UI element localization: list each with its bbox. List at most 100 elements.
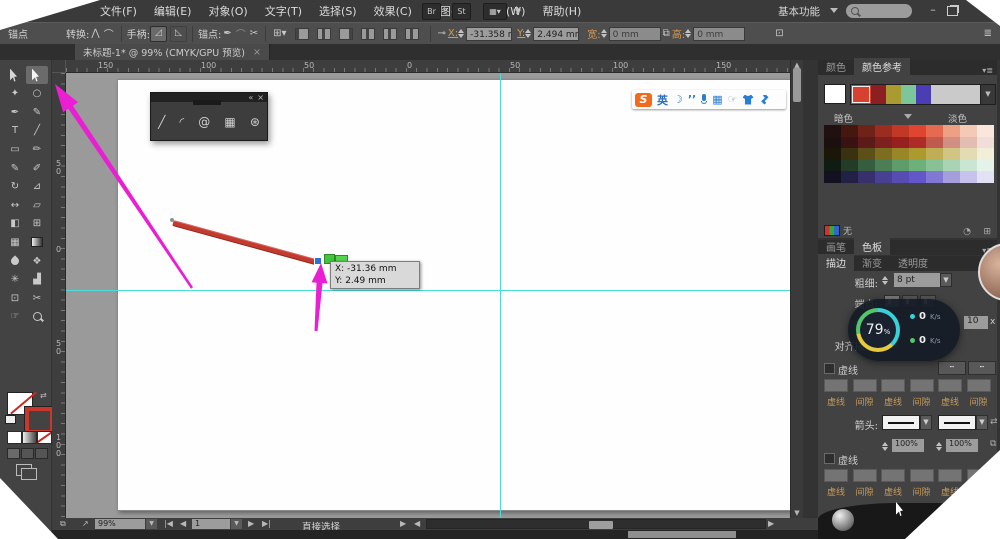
y-stepper[interactable] [525,27,533,41]
dash-input-2[interactable] [853,469,877,482]
dashed-checkbox-2[interactable] [824,453,835,464]
harmony-swatch-4[interactable] [901,85,916,104]
panel-options-icon[interactable]: ≣ [984,28,992,39]
variation-swatch[interactable] [824,137,841,149]
vertical-scroll-thumb[interactable] [793,68,801,102]
scale-start-stepper[interactable] [882,439,890,453]
variation-swatch[interactable] [824,160,841,172]
harmony-swatch-2[interactable] [871,85,886,104]
vertical-ruler[interactable]: 50050100 [52,73,66,518]
close-icon[interactable]: × [257,94,264,102]
dash-preserve-button[interactable]: ┅ [938,361,966,375]
vertical-guide[interactable] [500,73,501,518]
convert-corner-icon[interactable]: ⋀ [91,28,99,39]
link-dimensions-icon[interactable]: ⧉ [663,28,670,39]
variation-swatch[interactable] [858,125,875,137]
magic-wand-tool[interactable]: ✦ [4,85,26,103]
variation-swatch[interactable] [892,171,909,183]
zoom-level-field[interactable]: 99% [95,519,145,529]
variation-swatch[interactable] [977,148,994,160]
minimize-button[interactable]: – [925,3,941,16]
restore-button[interactable] [947,6,958,16]
moon-icon[interactable]: ☽ [673,94,683,105]
canvas[interactable]: X: -31.36 mm Y: 2.49 mm « × ╱◜@▦⊛ S 英 ☽ … [66,73,790,518]
tab-swatches[interactable]: 色板 [854,238,890,255]
dash-input-1[interactable] [824,469,848,482]
horizontal-ruler[interactable]: 15010050050100150 [66,60,790,73]
none-mode-button[interactable] [37,431,52,444]
column-graph-tool[interactable]: ▟ [26,271,48,289]
harmony-swatch-5[interactable] [916,85,931,104]
tab-gradient[interactable]: 渐变 [854,254,890,271]
x-value-field[interactable]: -31.358 m [466,27,512,41]
rectangular-grid-tool[interactable]: ▦ [224,115,235,129]
weight-dropdown-icon[interactable]: ▼ [940,273,952,287]
variation-swatch[interactable] [892,125,909,137]
dashed-checkbox[interactable] [824,363,835,374]
panel-menu-icon[interactable]: ▾≣ [982,66,993,75]
variation-swatch[interactable] [892,148,909,160]
variation-swatch[interactable] [926,148,943,160]
menu-item-6[interactable]: 效果(C) [374,3,412,19]
dash-input-1[interactable] [824,379,848,392]
vertical-scrollbar[interactable]: ▲ ▼ [790,60,803,518]
weight-stepper[interactable] [882,273,890,287]
variation-swatch[interactable] [875,171,892,183]
width-label[interactable]: 宽: [587,26,600,41]
show-handles-button[interactable]: ◿ [150,26,167,42]
dash-input-5[interactable] [938,469,962,482]
artboard-number-field[interactable]: 1 [192,519,230,529]
x-stepper[interactable] [458,27,466,41]
swap-fill-stroke-icon[interactable]: ⇄ [40,391,47,400]
stock-button[interactable]: St [452,3,471,20]
variation-swatch[interactable] [943,125,960,137]
shaper-tool[interactable]: ✐ [26,159,48,177]
artboard-nav-icon[interactable]: ⧉ [60,518,66,530]
variation-swatch[interactable] [858,171,875,183]
line-segment-tool[interactable]: ╱ [158,115,165,129]
isolate-icon[interactable]: ⊸ [438,28,446,39]
stroke-color-swatch[interactable] [25,407,54,434]
publish-icon[interactable]: ↗ [82,518,89,530]
variation-swatch[interactable] [977,171,994,183]
curvature-tool[interactable]: ✎ [26,103,48,121]
gradient-mode-button[interactable] [22,431,37,444]
rotate-tool[interactable]: ↻ [4,178,26,196]
transform-icon[interactable]: ⊡ [775,28,783,39]
variation-swatch[interactable] [909,125,926,137]
arrowhead-end-dropdown-icon[interactable]: ▼ [976,415,988,430]
dash-input-3[interactable] [881,469,905,482]
slice-tool[interactable]: ✂ [26,289,48,307]
pencil-tool[interactable]: ✎ [4,159,26,177]
default-fill-stroke-icon[interactable] [5,415,16,424]
remove-anchor-icon[interactable]: ✒ [223,28,231,39]
rectangle-tool[interactable]: ▭ [4,140,26,158]
paintbrush-tool[interactable]: ✏ [26,140,48,158]
arrow-scale-start-field[interactable]: 100% [892,439,924,452]
variation-swatch[interactable] [960,160,977,172]
lasso-tool[interactable]: ○ [26,85,48,103]
variation-swatch[interactable] [960,148,977,160]
arc-tool[interactable]: ◜ [179,115,184,129]
variation-swatch[interactable] [960,171,977,183]
draw-behind-button[interactable] [21,448,34,459]
variation-swatch[interactable] [943,137,960,149]
variation-swatch[interactable] [960,125,977,137]
spiral-tool[interactable]: @ [198,115,210,129]
artboard-dropdown-icon[interactable]: ▼ [231,519,242,529]
dash-align-button[interactable]: ┅ [968,361,996,375]
hscroll-left-icon[interactable]: ◀ [414,518,420,530]
y-label[interactable]: Y: [517,28,525,39]
bridge-button[interactable]: Br [422,3,441,20]
variation-swatch[interactable] [909,160,926,172]
first-artboard-icon[interactable]: |◀ [164,518,173,530]
blend-tool[interactable]: ❖ [26,252,48,270]
menu-item-4[interactable]: 文字(T) [265,3,302,19]
align-icon-2[interactable] [317,28,331,40]
punctuation-icon[interactable]: ’’ [688,94,696,105]
menu-item-5[interactable]: 选择(S) [319,3,357,19]
variation-swatch[interactable] [926,125,943,137]
y-value-field[interactable]: 2.494 mm [533,27,579,41]
type-tool[interactable]: T [4,122,26,140]
color-mode-button[interactable] [7,431,22,444]
